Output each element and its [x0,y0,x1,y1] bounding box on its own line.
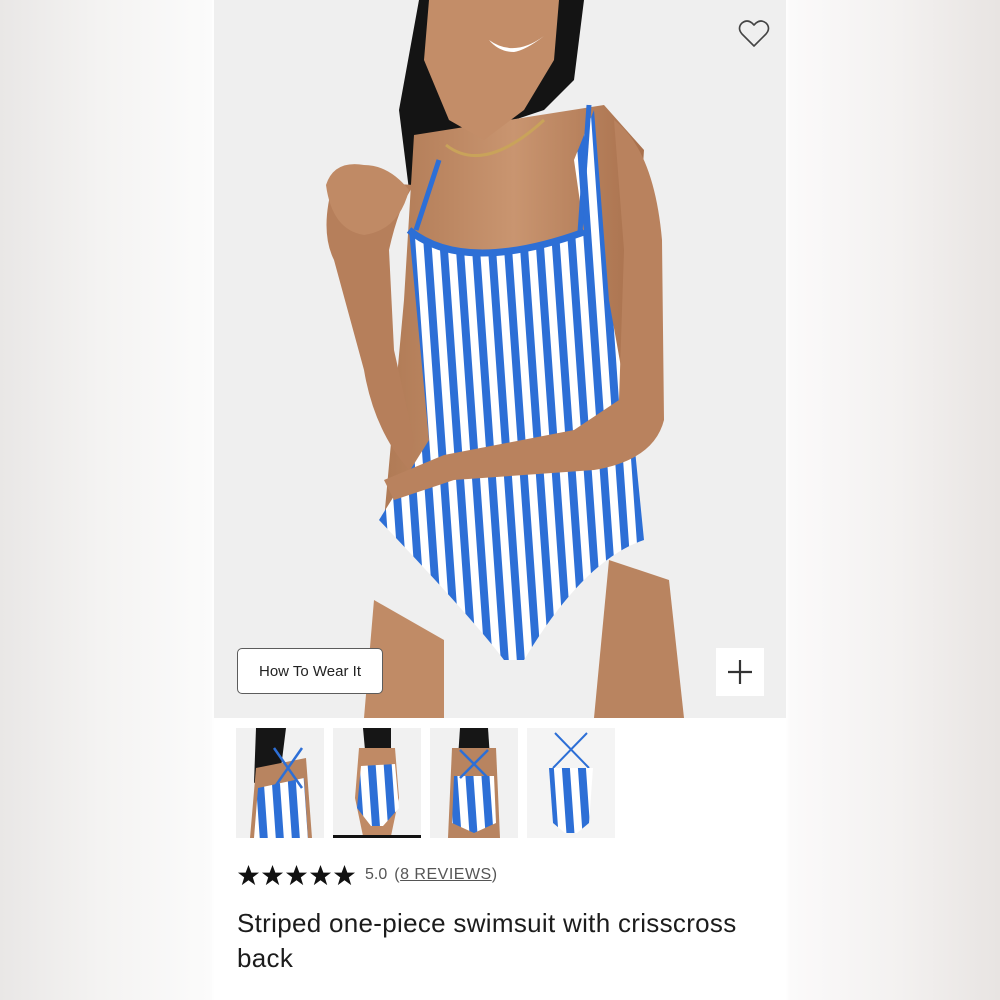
thumbnail-back-crisscross-model[interactable] [236,728,324,838]
thumbnail-back-model[interactable] [430,728,518,838]
wishlist-heart-icon[interactable] [736,16,772,52]
thumbnail-image [236,728,324,838]
thumbnail-image [430,728,518,838]
star-icon [285,864,308,885]
rating-value: 5.0 [365,866,388,883]
star-icon [237,864,260,885]
how-to-wear-label: How To Wear It [259,662,361,680]
product-title: Striped one-piece swimsuit with crisscro… [237,908,737,973]
star-icon [333,864,356,885]
how-to-wear-button[interactable]: How To Wear It [237,648,383,694]
model-photo [214,0,786,718]
star-icon [309,864,332,885]
thumbnail-flat-lay-back[interactable] [527,728,615,838]
thumbnail-front-model[interactable] [333,728,421,838]
star-icon [261,864,284,885]
reviews-link[interactable]: (8 REVIEWS) [394,866,497,884]
product-panel: How To Wear It 5.0 (8 REVIEWS) Striped o… [214,0,786,1000]
rating-summary: 5.0 (8 REVIEWS) [237,860,498,890]
thumbnail-image [333,728,421,838]
reviews-label: 8 REVIEWS [400,866,492,883]
reviews-paren-close: ) [491,866,498,883]
product-hero-image[interactable]: How To Wear It [214,0,786,718]
thumbnail-image [527,728,615,838]
plus-icon [728,660,752,684]
thumbnail-strip [236,728,636,840]
zoom-button[interactable] [716,648,764,696]
